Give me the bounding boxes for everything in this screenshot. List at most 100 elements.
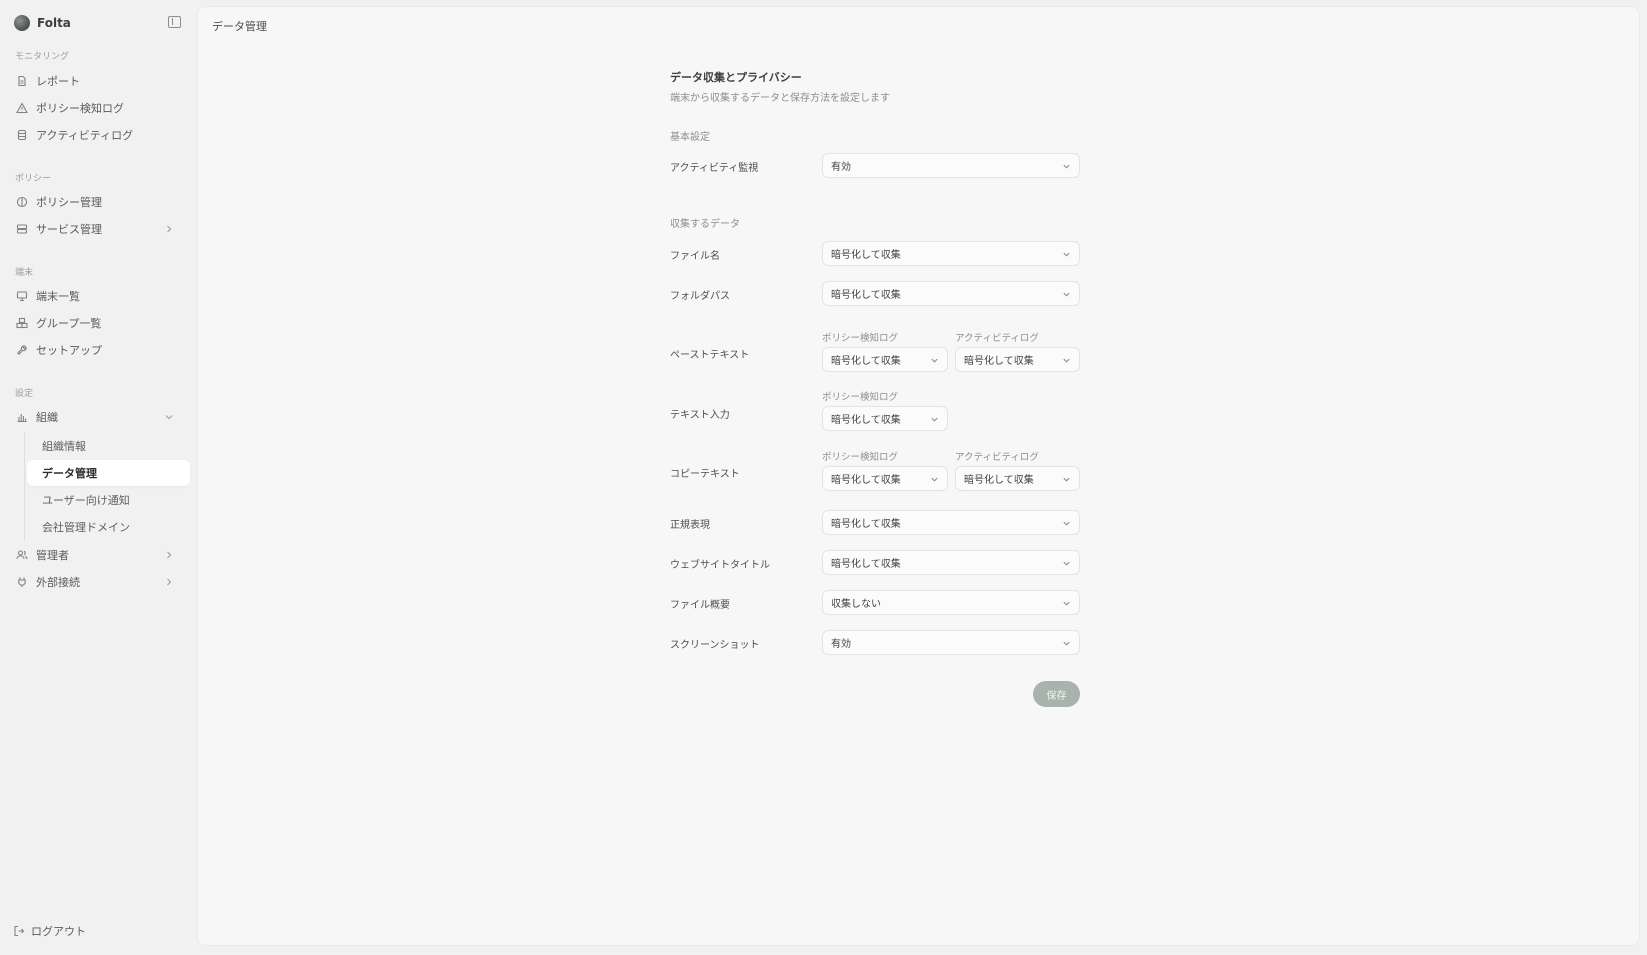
sidebar-subitem-user-notify[interactable]: ユーザー向け通知 — [27, 487, 190, 513]
chevron-right-icon — [164, 224, 174, 234]
monitor-icon — [16, 290, 28, 302]
chevron-down-icon — [1062, 639, 1071, 648]
chevron-down-icon — [1062, 599, 1071, 608]
sidebar-item-label: ポリシー管理 — [36, 196, 102, 209]
sidebar-item-setup[interactable]: セットアップ — [16, 339, 184, 361]
sidebar-item-group-list[interactable]: グループ一覧 — [16, 312, 184, 334]
copy-text-policy-label: ポリシー検知ログ — [822, 452, 899, 463]
sidebar-item-label: 端末一覧 — [36, 290, 80, 303]
paste-text-policy-select[interactable]: 暗号化して収集 — [822, 347, 948, 372]
page-subtitle: 端末から収集するデータと保存方法を設定します — [670, 93, 890, 104]
sidebar-item-label: 管理者 — [36, 549, 69, 562]
chevron-down-icon — [1062, 356, 1071, 365]
sidebar-subitem-data-mgmt[interactable]: データ管理 — [27, 460, 190, 486]
sidebar-subitem-org-info[interactable]: 組織情報 — [27, 433, 190, 459]
sidebar-subitem-domains[interactable]: 会社管理ドメイン — [27, 514, 190, 540]
save-button[interactable]: 保存 — [1033, 681, 1080, 707]
group-label-basic: 基本設定 — [670, 132, 710, 143]
chevron-right-icon — [164, 550, 174, 560]
section-label-policy: ポリシー — [15, 174, 52, 184]
sidebar: Folta モニタリング レポート ポリシー検知ログ アクティビティログ ポリシ… — [0, 0, 198, 955]
row-label-paste-text: ペーストテキスト — [670, 350, 750, 361]
database-icon — [16, 129, 28, 141]
chevron-down-icon — [930, 415, 939, 424]
sidebar-item-policy-mgmt[interactable]: ポリシー管理 — [16, 191, 184, 213]
sidebar-item-service-mgmt[interactable]: サービス管理 — [16, 218, 184, 240]
group-label-collect: 収集するデータ — [670, 219, 740, 230]
row-label-site-title: ウェブサイトタイトル — [670, 560, 770, 571]
chevron-down-icon — [1062, 475, 1071, 484]
logout-label: ログアウト — [31, 925, 86, 938]
chevron-right-icon — [164, 577, 174, 587]
copy-text-policy-select[interactable]: 暗号化して収集 — [822, 466, 948, 491]
page-title: データ収集とプライバシー — [670, 71, 802, 84]
row-label-copy-text: コピーテキスト — [670, 469, 740, 480]
copy-text-activity-label: アクティビティログ — [955, 452, 1039, 463]
text-input-policy-select[interactable]: 暗号化して収集 — [822, 406, 948, 431]
logout-button[interactable]: ログアウト — [13, 922, 86, 940]
chevron-down-icon — [930, 356, 939, 365]
document-icon — [16, 75, 28, 87]
brand-logo-icon — [14, 15, 30, 31]
sidebar-item-admins[interactable]: 管理者 — [16, 544, 184, 566]
bar-chart-icon — [16, 411, 28, 423]
sidebar-item-label: セットアップ — [36, 344, 102, 357]
sidebar-item-activity-log[interactable]: アクティビティログ — [16, 124, 184, 146]
row-label-folder-path: フォルダパス — [670, 291, 730, 302]
sidebar-item-label: アクティビティログ — [36, 129, 134, 142]
circle-half-icon — [16, 196, 28, 208]
row-label-text-input: テキスト入力 — [670, 410, 730, 421]
paste-text-activity-select[interactable]: 暗号化して収集 — [955, 347, 1080, 372]
sidebar-item-label: サービス管理 — [36, 223, 102, 236]
sidebar-item-label: 外部接続 — [36, 576, 80, 589]
file-summary-select[interactable]: 収集しない — [822, 590, 1080, 615]
section-label-settings: 設定 — [15, 389, 34, 399]
row-label-activity-monitor: アクティビティ監視 — [670, 163, 759, 174]
paste-text-policy-label: ポリシー検知ログ — [822, 333, 899, 344]
text-input-policy-label: ポリシー検知ログ — [822, 392, 899, 403]
logout-icon — [13, 925, 25, 937]
sidebar-toggle-icon[interactable] — [168, 16, 181, 28]
main-panel: データ管理 データ収集とプライバシー 端末から収集するデータと保存方法を設定しま… — [198, 7, 1639, 945]
row-label-regex: 正規表現 — [670, 520, 710, 531]
chevron-down-icon — [930, 475, 939, 484]
section-label-monitoring: モニタリング — [15, 52, 70, 62]
wrench-icon — [16, 344, 28, 356]
sidebar-item-label: レポート — [36, 75, 80, 88]
chevron-down-icon — [1062, 519, 1071, 528]
chevron-down-icon — [1062, 162, 1071, 171]
sidebar-item-policy-log[interactable]: ポリシー検知ログ — [16, 97, 184, 119]
row-label-file-name: ファイル名 — [670, 251, 720, 262]
sidebar-item-reports[interactable]: レポート — [16, 70, 184, 92]
plug-icon — [16, 576, 28, 588]
app-name: Folta — [37, 16, 71, 30]
boxes-icon — [16, 317, 28, 329]
paste-text-activity-label: アクティビティログ — [955, 333, 1039, 344]
screenshot-select[interactable]: 有効 — [822, 630, 1080, 655]
users-icon — [16, 549, 28, 561]
folder-path-select[interactable]: 暗号化して収集 — [822, 281, 1080, 306]
row-label-screenshot: スクリーンショット — [670, 640, 760, 651]
sidebar-item-label: グループ一覧 — [36, 317, 102, 330]
brand[interactable]: Folta — [14, 14, 71, 32]
sidebar-item-label: 組織 — [36, 411, 58, 424]
site-title-select[interactable]: 暗号化して収集 — [822, 550, 1080, 575]
activity-monitor-select[interactable]: 有効 — [822, 153, 1080, 178]
chevron-down-icon — [1062, 559, 1071, 568]
chevron-down-icon — [1062, 290, 1071, 299]
sidebar-item-device-list[interactable]: 端末一覧 — [16, 285, 184, 307]
submenu-guide-line — [24, 433, 25, 541]
sidebar-item-integrations[interactable]: 外部接続 — [16, 571, 184, 593]
copy-text-activity-select[interactable]: 暗号化して収集 — [955, 466, 1080, 491]
file-name-select[interactable]: 暗号化して収集 — [822, 241, 1080, 266]
regex-select[interactable]: 暗号化して収集 — [822, 510, 1080, 535]
warning-icon — [16, 102, 28, 114]
breadcrumb: データ管理 — [212, 20, 267, 33]
server-icon — [16, 223, 28, 235]
row-label-file-summary: ファイル概要 — [670, 600, 730, 611]
sidebar-item-org[interactable]: 組織 — [16, 406, 184, 428]
sidebar-item-label: ポリシー検知ログ — [36, 102, 124, 115]
chevron-down-icon — [1062, 250, 1071, 259]
chevron-down-icon — [164, 412, 174, 422]
section-label-devices: 端末 — [15, 268, 34, 278]
